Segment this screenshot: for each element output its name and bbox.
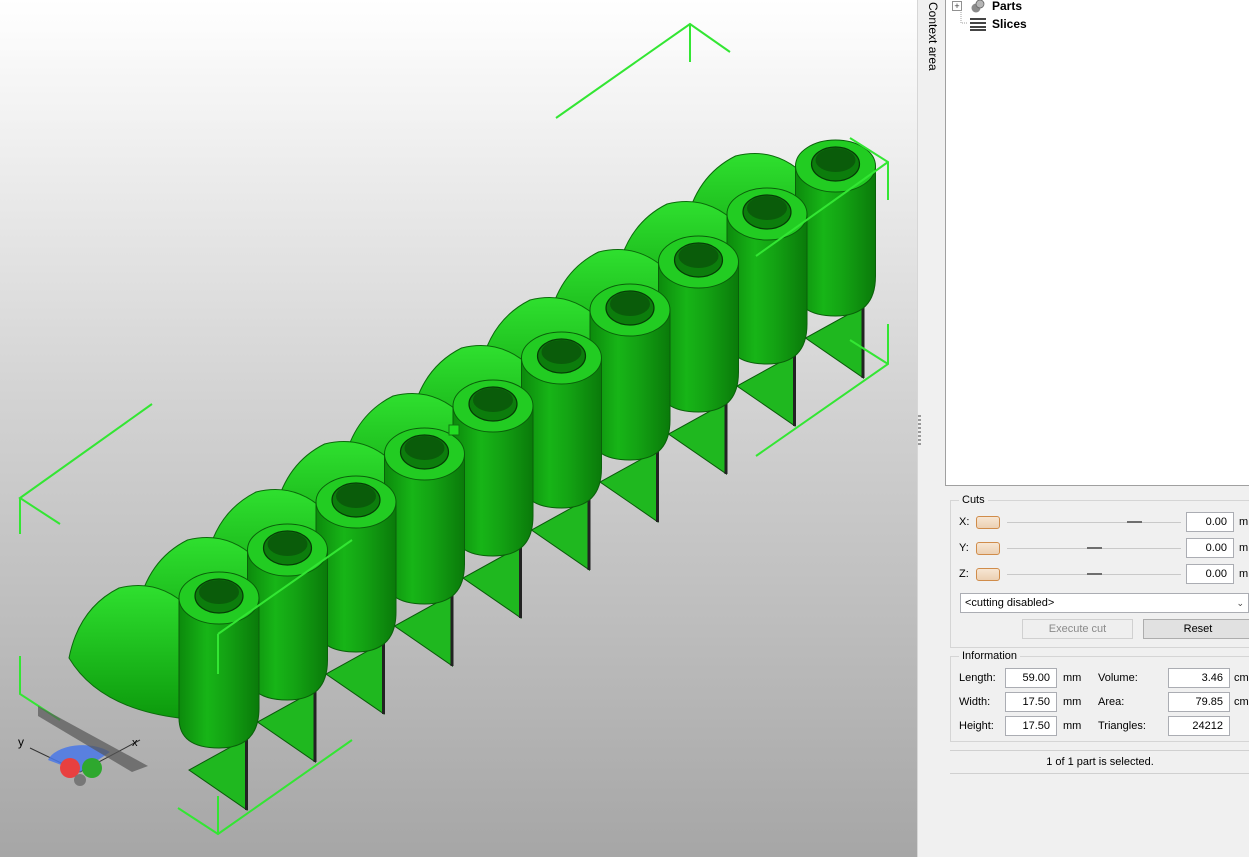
cut-x-slider[interactable]	[1007, 521, 1181, 523]
length-field[interactable]: 59.00	[1005, 668, 1057, 688]
height-label: Height:	[959, 720, 994, 732]
chevron-down-icon: ⌄	[1236, 598, 1244, 608]
cut-z-unit: m	[1239, 568, 1249, 580]
tube-hole-inner	[404, 436, 445, 460]
tree-item-parts[interactable]: + Parts	[946, 0, 1246, 15]
height-unit: mm	[1063, 720, 1082, 732]
support-edge	[656, 450, 659, 522]
support-edge	[793, 354, 796, 426]
area-unit: cm	[1234, 696, 1249, 708]
cut-x-field[interactable]: 0.00	[1186, 512, 1234, 532]
model-scene[interactable]	[0, 0, 917, 857]
cuts-title: Cuts	[962, 494, 985, 506]
cut-y-slider-handle[interactable]	[1087, 547, 1102, 549]
object-tree[interactable]: + Parts Slices	[945, 0, 1249, 486]
splitter-grip[interactable]	[918, 415, 921, 445]
tube-hole-inner	[815, 148, 856, 172]
support-edge	[313, 690, 317, 762]
volume-field[interactable]: 3.46	[1168, 668, 1230, 688]
cut-x-toggle[interactable]	[976, 516, 1000, 529]
support-fin	[804, 305, 864, 379]
cut-y-label: Y:	[959, 542, 969, 554]
context-area-label: Context area	[926, 2, 940, 71]
support-fin	[599, 449, 659, 523]
support-fin	[325, 641, 385, 715]
support-edge	[450, 594, 454, 666]
width-field[interactable]: 17.50	[1005, 692, 1057, 712]
tube-hole-inner	[267, 532, 308, 556]
cut-y-toggle[interactable]	[976, 542, 1000, 555]
support-edge	[382, 642, 385, 714]
cut-mode-value: <cutting disabled>	[965, 597, 1055, 609]
cut-z-label: Z:	[959, 568, 969, 580]
cut-z-slider[interactable]	[1007, 573, 1181, 575]
information-title: Information	[962, 650, 1018, 662]
area-field[interactable]: 79.85	[1168, 692, 1230, 712]
tube-hole-inner	[541, 340, 582, 364]
support-edge	[245, 738, 248, 810]
tube-hole-inner	[199, 580, 239, 604]
cut-z-toggle[interactable]	[976, 568, 1000, 581]
cut-x-unit: m	[1239, 516, 1249, 528]
volume-label: Volume:	[1098, 672, 1138, 684]
support-edge	[724, 402, 728, 474]
triangles-label: Triangles:	[1098, 720, 1146, 732]
expand-icon[interactable]: +	[952, 1, 962, 11]
tree-item-label: Parts	[992, 0, 1023, 13]
selection-status: 1 of 1 part is selected.	[950, 750, 1249, 774]
tube-hole-inner	[678, 244, 719, 268]
width-label: Width:	[959, 696, 991, 708]
tube-hole-inner	[747, 196, 787, 220]
tube-hole-inner	[610, 292, 650, 316]
tube-arm	[68, 585, 190, 719]
support-fin	[530, 497, 590, 571]
execute-cut-button[interactable]: Execute cut	[1022, 619, 1133, 639]
properties-panel: Cuts X: 0.00 m Y: 0.00 m Z: 0.00 m <cutt…	[945, 486, 1249, 857]
cut-x-label: X:	[959, 516, 970, 528]
tree-item-label: Slices	[992, 17, 1027, 31]
panel-splitter[interactable]	[917, 0, 946, 857]
cut-mode-select[interactable]: <cutting disabled> ⌄	[960, 593, 1249, 613]
support-edge	[861, 306, 865, 378]
parts-icon	[971, 0, 985, 13]
support-fin	[667, 401, 727, 475]
width-unit: mm	[1063, 696, 1082, 708]
support-edge	[587, 498, 591, 570]
support-edge	[519, 546, 522, 618]
reset-button[interactable]: Reset	[1143, 619, 1249, 639]
volume-unit: cm	[1234, 672, 1249, 684]
height-field[interactable]: 17.50	[1005, 716, 1057, 736]
length-label: Length:	[959, 672, 996, 684]
slices-icon	[970, 18, 986, 31]
tree-item-slices[interactable]: Slices	[946, 15, 1246, 33]
cut-x-slider-handle[interactable]	[1127, 521, 1143, 523]
cut-y-slider[interactable]	[1007, 547, 1181, 549]
cut-z-field[interactable]: 0.00	[1186, 564, 1234, 584]
triangles-field[interactable]: 24212	[1168, 716, 1230, 736]
cut-y-field[interactable]: 0.00	[1186, 538, 1234, 558]
support-fin	[188, 737, 248, 811]
support-fin	[736, 353, 796, 427]
length-unit: mm	[1063, 672, 1082, 684]
support-fin	[256, 689, 316, 763]
support-fin	[462, 545, 522, 619]
support-fin	[393, 593, 453, 667]
tube-hole-inner	[473, 388, 513, 412]
tube-hole-inner	[336, 484, 376, 508]
cut-y-unit: m	[1239, 542, 1249, 554]
area-label: Area:	[1098, 696, 1125, 708]
3d-viewport[interactable]: y x	[0, 0, 917, 857]
cut-z-slider-handle[interactable]	[1087, 573, 1102, 575]
